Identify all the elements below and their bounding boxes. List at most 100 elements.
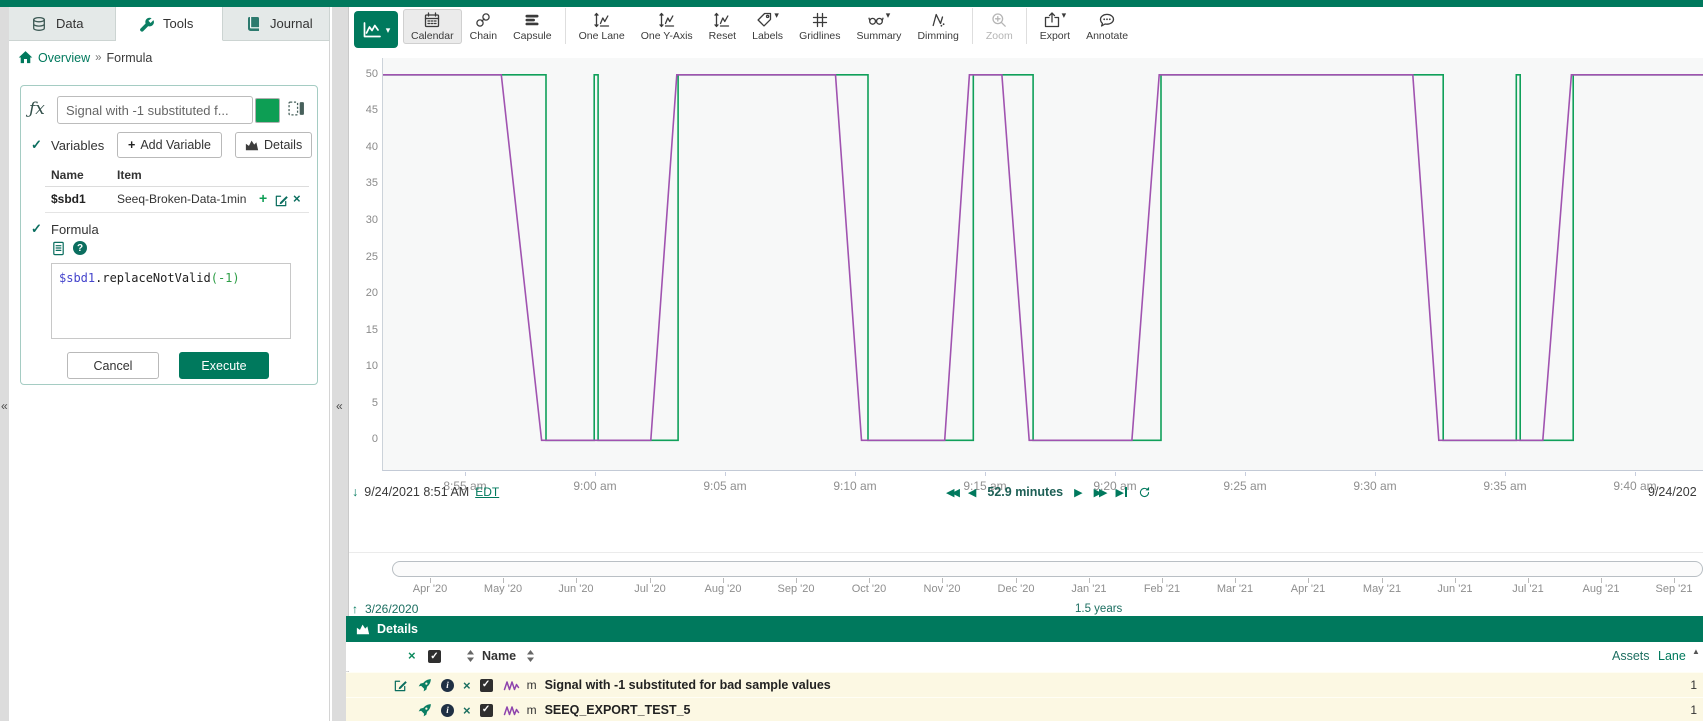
divider bbox=[45, 212, 309, 213]
y-axis-tick-label: 5 bbox=[350, 397, 378, 409]
gridlines-button[interactable]: Gridlines bbox=[791, 9, 848, 44]
train-month-label: Aug '20 bbox=[691, 583, 755, 595]
variable-remove-icon[interactable]: × bbox=[293, 191, 301, 206]
y-axis-tick-label: 20 bbox=[350, 287, 378, 299]
step-to-now-icon[interactable]: ▶ bbox=[1116, 486, 1127, 499]
summary-button[interactable]: ▾ Summary bbox=[849, 9, 910, 44]
details-panel-title: Details bbox=[377, 622, 418, 636]
toolbar-separator bbox=[1026, 8, 1027, 44]
toolbar-item-label: Calendar bbox=[411, 30, 454, 42]
step-forward-icon[interactable]: ▶ bbox=[1074, 486, 1082, 499]
formula-editor[interactable]: $sbd1.replaceNotValid(-1) bbox=[51, 263, 291, 339]
variable-name: $sbd1 bbox=[51, 192, 86, 206]
variable-edit-pencil-icon[interactable] bbox=[274, 193, 289, 208]
one-lane-button[interactable]: One Lane bbox=[571, 9, 633, 44]
auto-update-icon[interactable] bbox=[1138, 486, 1151, 499]
chain-button[interactable]: Chain bbox=[462, 9, 505, 44]
panel-collapse-rail[interactable]: « bbox=[332, 7, 349, 721]
reset-button[interactable]: Reset bbox=[701, 9, 744, 44]
add-variable-button[interactable]: + Add Variable bbox=[117, 132, 222, 158]
capsule-button[interactable]: Capsule bbox=[505, 9, 560, 44]
item-checkbox[interactable]: ✓ bbox=[480, 704, 493, 717]
variable-add-icon[interactable]: + bbox=[259, 190, 267, 206]
help-icon[interactable]: ? bbox=[73, 241, 87, 255]
sort-icon[interactable] bbox=[466, 649, 475, 663]
item-name[interactable]: Signal with -1 substituted for bad sampl… bbox=[545, 678, 831, 692]
assets-column-header[interactable]: Assets bbox=[1612, 649, 1650, 663]
execute-button[interactable]: Execute bbox=[179, 352, 269, 379]
item-unit: m bbox=[527, 703, 537, 717]
variables-label: Variables bbox=[51, 138, 104, 153]
formula-doc-icon[interactable] bbox=[51, 241, 66, 256]
collapse-left-icon[interactable]: « bbox=[1, 399, 8, 413]
one-lane-icon bbox=[594, 12, 610, 28]
range-start-time[interactable]: 9/24/2021 8:51 AM bbox=[364, 485, 469, 499]
trend-toolbar: ▾ Calendar Chain Capsule One Lane One Y-… bbox=[349, 7, 1703, 55]
tab-tools[interactable]: Tools bbox=[116, 7, 223, 41]
collapse-panel-icon[interactable]: « bbox=[336, 399, 343, 413]
item-edit-icon[interactable] bbox=[393, 678, 408, 693]
tab-journal[interactable]: Journal bbox=[223, 7, 330, 41]
wrench-icon bbox=[138, 16, 154, 32]
remove-item-icon[interactable]: × bbox=[463, 704, 471, 717]
chevron-down-icon: ▾ bbox=[886, 12, 891, 18]
annotate-button[interactable]: Annotate bbox=[1078, 9, 1136, 44]
chevron-down-icon: ▾ bbox=[1062, 12, 1067, 18]
name-column-header[interactable]: Name bbox=[482, 649, 516, 663]
chevron-down-icon: ▾ bbox=[774, 12, 779, 18]
remove-item-icon[interactable]: × bbox=[463, 679, 471, 692]
labels-button[interactable]: ▾ Labels bbox=[744, 9, 791, 44]
toolbar-separator bbox=[565, 8, 566, 44]
item-checkbox[interactable]: ✓ bbox=[480, 679, 493, 692]
tab-data[interactable]: Data bbox=[9, 7, 116, 41]
step-back-much-icon[interactable]: ◀◀ bbox=[946, 486, 957, 499]
calendar-icon bbox=[424, 12, 440, 28]
lane-sort-asc-icon[interactable]: ▲ bbox=[1692, 647, 1700, 656]
details-panel-header[interactable]: Details bbox=[346, 616, 1703, 642]
rocket-icon[interactable] bbox=[417, 678, 432, 693]
item-unit: m bbox=[527, 678, 537, 692]
remove-all-icon[interactable]: × bbox=[408, 648, 416, 663]
toolbar-item-label: One Y-Axis bbox=[641, 30, 693, 42]
home-icon[interactable] bbox=[18, 50, 33, 65]
export-button[interactable]: ▾ Export bbox=[1032, 9, 1078, 44]
x-axis-tick-mark bbox=[1635, 472, 1636, 476]
dimming-button[interactable]: Dimming bbox=[909, 9, 966, 44]
details-row[interactable]: i × ✓ m Signal with -1 substituted for bad s… bbox=[346, 672, 1703, 697]
select-all-checkbox[interactable]: ✓ bbox=[428, 650, 441, 663]
train-start-arrow-icon: ↑ bbox=[352, 602, 358, 616]
lane-column-header[interactable]: Lane bbox=[1658, 649, 1686, 663]
timezone-link[interactable]: EDT bbox=[475, 485, 499, 499]
info-icon[interactable]: i bbox=[441, 704, 454, 717]
breadcrumb-current: Formula bbox=[107, 51, 153, 65]
y-axis-tick-label: 40 bbox=[350, 141, 378, 153]
train-month-label: Aug '21 bbox=[1569, 583, 1633, 595]
calendar-button[interactable]: Calendar bbox=[403, 9, 462, 44]
y-axis-tick-label: 30 bbox=[350, 214, 378, 226]
database-icon bbox=[31, 16, 47, 32]
range-end-time[interactable]: 9/24/202 bbox=[1648, 485, 1703, 499]
item-name[interactable]: SEEQ_EXPORT_TEST_5 bbox=[545, 703, 691, 717]
series-seeq-export-test-5 bbox=[383, 75, 1703, 441]
duration-label[interactable]: 52.9 minutes bbox=[987, 485, 1063, 499]
sort-icon[interactable] bbox=[526, 649, 535, 663]
plot-area[interactable] bbox=[382, 58, 1703, 471]
formula-check-icon: ✓ bbox=[31, 221, 42, 237]
rocket-icon[interactable] bbox=[417, 703, 432, 718]
step-back-icon[interactable]: ◀ bbox=[968, 486, 976, 499]
step-forward-much-icon[interactable]: ▶▶ bbox=[1094, 486, 1105, 499]
trend-view-icon bbox=[362, 22, 382, 38]
one-y-axis-button[interactable]: One Y-Axis bbox=[633, 9, 701, 44]
variable-details-button[interactable]: Details bbox=[235, 132, 312, 158]
breadcrumb-overview[interactable]: Overview bbox=[38, 51, 90, 65]
item-name-input[interactable] bbox=[57, 96, 253, 124]
cancel-button[interactable]: Cancel bbox=[67, 352, 159, 379]
train-start-date[interactable]: 3/26/2020 bbox=[365, 602, 418, 616]
train-scrollbar[interactable] bbox=[392, 561, 1703, 577]
details-row[interactable]: i×✓mSEEQ_EXPORT_TEST_51 bbox=[346, 697, 1703, 721]
view-mode-dropdown[interactable]: ▾ bbox=[354, 11, 398, 48]
dock-panel-icon[interactable] bbox=[288, 100, 305, 117]
color-swatch-button[interactable] bbox=[255, 98, 280, 123]
info-icon[interactable]: i bbox=[441, 679, 454, 692]
toolbar-item-label: Annotate bbox=[1086, 30, 1128, 42]
